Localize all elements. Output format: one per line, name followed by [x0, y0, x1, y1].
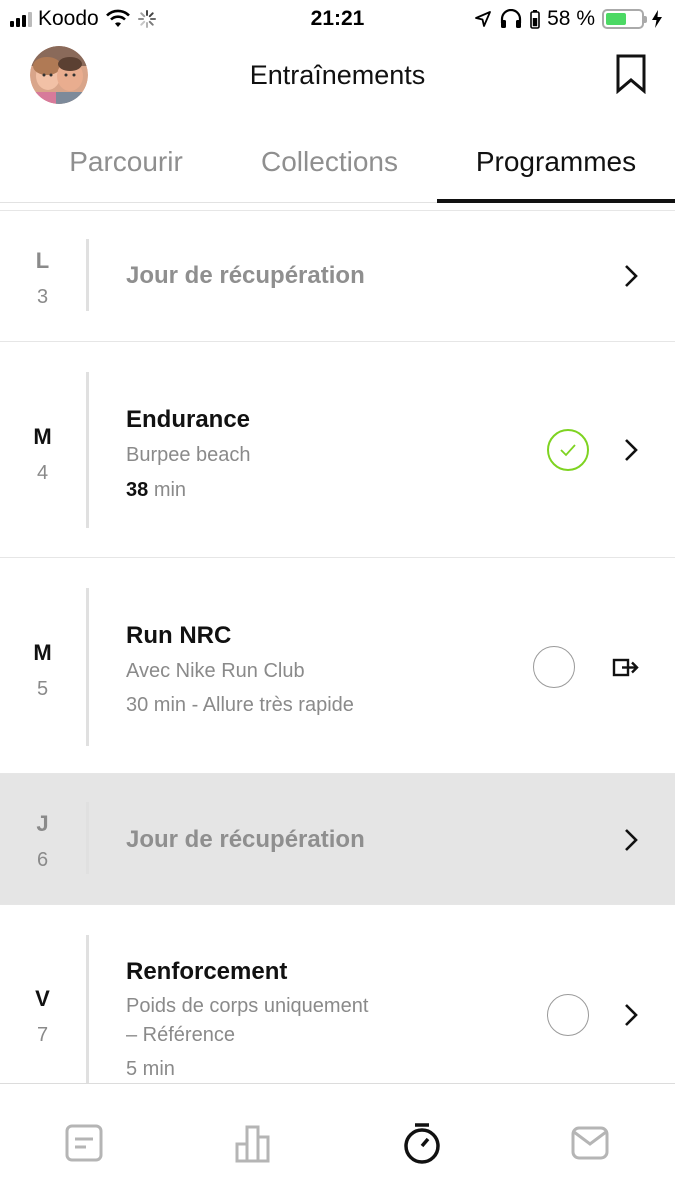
tab-bar: Parcourir Collections Programmes — [0, 118, 675, 203]
day-divider — [86, 239, 89, 311]
rest-day-title: Jour de récupération — [126, 826, 365, 853]
rest-day-title: Jour de récupération — [126, 262, 365, 289]
status-right: 58 % — [474, 7, 663, 31]
headphones-icon — [501, 9, 522, 28]
workout-meta: 30 min - Allure très rapide — [126, 694, 354, 716]
activity-chart-icon[interactable] — [233, 1122, 273, 1164]
charging-bolt-icon — [652, 10, 662, 28]
bottom-navigation — [0, 1083, 675, 1201]
headphone-battery-icon — [530, 10, 540, 29]
workout-subtitle: Burpee beach — [126, 444, 251, 466]
day-number: 7 — [36, 1024, 49, 1046]
day-label: M 4 — [0, 424, 85, 485]
tab-parcourir[interactable]: Parcourir — [20, 118, 232, 202]
day-label: L 3 — [0, 248, 85, 309]
schedule-row-workout[interactable]: M 4 Endurance Burpee beach 38 min — [0, 341, 675, 558]
schedule-row-workout[interactable]: M 5 Run NRC Avec Nike Run Club 30 min - … — [0, 557, 675, 774]
day-divider — [86, 588, 89, 746]
day-label: V 7 — [0, 986, 85, 1047]
stopwatch-icon[interactable] — [402, 1122, 442, 1164]
program-schedule-list[interactable]: L 3 Jour de récupération M 4 Endurance B… — [0, 202, 675, 1083]
completed-status — [547, 429, 589, 471]
schedule-row-workout[interactable]: V 7 Renforcement Poids de corps uniqueme… — [0, 904, 675, 1083]
chevron-right-icon[interactable] — [622, 826, 640, 854]
day-letter: J — [36, 811, 49, 836]
status-bar: Koodo 21:21 58 % — [0, 0, 675, 38]
day-letter: M — [33, 640, 52, 665]
duration-unit: min — [153, 479, 187, 501]
chevron-right-icon[interactable] — [622, 1001, 640, 1029]
workout-subtitle: Avec Nike Run Club — [126, 660, 305, 682]
workout-duration: 38 min — [126, 479, 186, 502]
bookmark-button[interactable] — [615, 54, 647, 95]
bookmark-icon — [616, 54, 646, 95]
chevron-right-icon[interactable] — [622, 436, 640, 464]
day-divider — [86, 802, 89, 874]
day-number: 6 — [36, 849, 49, 871]
workout-title: Renforcement — [126, 958, 288, 985]
battery-percentage: 58 % — [547, 7, 595, 30]
day-divider — [86, 372, 89, 528]
external-link-icon[interactable] — [612, 656, 640, 680]
location-arrow-icon — [475, 11, 492, 27]
day-label: J 6 — [0, 811, 85, 872]
schedule-row-rest[interactable]: L 3 Jour de récupération — [0, 210, 675, 342]
schedule-row-rest[interactable]: J 6 Jour de récupération — [0, 773, 675, 905]
page-title: Entraînements — [249, 60, 426, 90]
workout-meta: 5 min — [126, 1058, 175, 1080]
day-letter: L — [35, 248, 50, 273]
app-header: Entraînements — [0, 38, 675, 118]
day-letter: V — [35, 986, 50, 1011]
feed-icon[interactable] — [64, 1122, 104, 1164]
duration-value: 38 — [126, 479, 149, 501]
checkmark-icon — [560, 444, 576, 457]
day-number: 5 — [36, 678, 49, 700]
day-number: 3 — [36, 286, 49, 308]
tab-collections[interactable]: Collections — [222, 118, 437, 202]
battery-icon — [602, 9, 647, 29]
workout-title: Endurance — [126, 406, 251, 433]
workout-subtitle-line1: Poids de corps uniquement — [126, 995, 369, 1017]
day-label: M 5 — [0, 640, 85, 701]
incomplete-status — [533, 646, 575, 688]
day-letter: M — [33, 424, 52, 449]
inbox-icon[interactable] — [570, 1122, 610, 1164]
workout-title: Run NRC — [126, 622, 232, 649]
workout-subtitle-line2: – Référence — [126, 1024, 235, 1046]
day-number: 4 — [36, 462, 49, 484]
tab-programmes[interactable]: Programmes — [437, 118, 675, 202]
chevron-right-icon[interactable] — [622, 262, 640, 290]
day-divider — [86, 935, 89, 1083]
incomplete-status — [547, 994, 589, 1036]
